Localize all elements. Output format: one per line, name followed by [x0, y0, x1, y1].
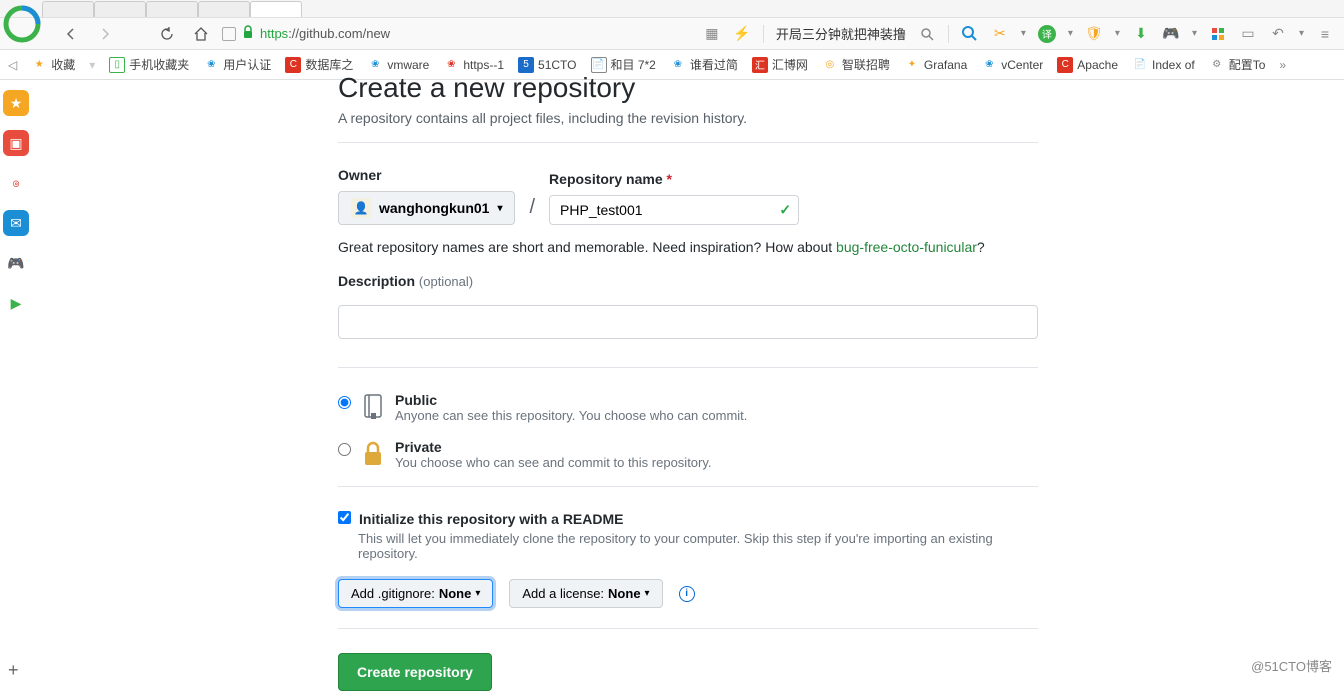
url-path: ://github.com/new [288, 26, 390, 41]
bookmark-item[interactable]: C数据库之 [285, 56, 353, 73]
repo-name-input[interactable] [549, 195, 799, 225]
check-icon: ✓ [779, 202, 791, 219]
owner-label: Owner [338, 167, 515, 183]
watermark-text: @51CTO博客 [1251, 656, 1332, 675]
bookmark-item[interactable]: 汇汇博网 [752, 56, 808, 73]
favorites-button[interactable]: ★收藏 [31, 56, 75, 73]
rail-video-icon[interactable]: ▶ [3, 290, 29, 316]
repo-name-label: Repository name * [549, 171, 799, 187]
lock-icon [361, 439, 385, 469]
bookmark-item[interactable]: ❀用户认证 [203, 56, 271, 73]
shield-icon[interactable]: 🛡 [1085, 25, 1103, 43]
lightning-icon[interactable]: ⚡ [733, 25, 751, 43]
divider [338, 628, 1038, 629]
chevron-down-icon: ▾ [497, 203, 502, 214]
public-subtitle: Anyone can see this repository. You choo… [395, 408, 747, 423]
owner-select-button[interactable]: 👤 wanghongkun01 ▾ [338, 191, 515, 225]
bookmark-item[interactable]: 551CTO [518, 57, 576, 73]
rail-mail-icon[interactable]: ✉ [3, 210, 29, 236]
private-radio[interactable] [338, 443, 351, 456]
description-label: Description (optional) [338, 273, 1038, 289]
page-subtitle: A repository contains all project files,… [338, 110, 1038, 126]
bookmark-item[interactable]: 📄Index of [1132, 57, 1195, 73]
responsive-icon[interactable]: ▭ [1239, 25, 1257, 43]
browser-tab-active[interactable] [250, 1, 302, 17]
create-repository-button[interactable]: Create repository [338, 653, 492, 691]
repo-icon [361, 392, 385, 422]
browser-tab[interactable] [42, 1, 94, 17]
page-title: Create a new repository [338, 72, 1038, 104]
reload-button[interactable] [154, 21, 180, 47]
bookmarks-scroll-left[interactable]: ◁ [8, 58, 17, 72]
divider [338, 367, 1038, 368]
undo-icon[interactable]: ↶ [1269, 25, 1287, 43]
browser-tab-strip [0, 0, 1344, 18]
bookmark-item[interactable]: ❀vCenter [981, 57, 1043, 73]
readme-subtitle: This will let you immediately clone the … [358, 531, 1038, 561]
browser-logo-icon [0, 0, 46, 48]
info-icon[interactable]: i [679, 586, 695, 602]
divider [338, 142, 1038, 143]
public-radio[interactable] [338, 396, 351, 409]
private-subtitle: You choose who can see and commit to thi… [395, 455, 712, 470]
public-title: Public [395, 392, 747, 408]
browser-tab[interactable] [94, 1, 146, 17]
phone-favorites[interactable]: ▯手机收藏夹 [109, 56, 189, 73]
add-tab-button[interactable]: + [8, 660, 19, 681]
rail-weibo-icon[interactable]: ၜ [3, 170, 29, 196]
rail-calendar-icon[interactable]: ▣ [3, 130, 29, 156]
arrow-down-icon[interactable]: ⬇ [1132, 25, 1150, 43]
promo-text: 开局三分钟就把神装撸 [776, 24, 906, 43]
divider [338, 486, 1038, 487]
description-input[interactable] [338, 305, 1038, 339]
url-box[interactable]: https://github.com/new [222, 25, 682, 42]
browser-tab[interactable] [198, 1, 250, 17]
forward-button[interactable] [92, 21, 118, 47]
bookmark-item[interactable]: ❀vmware [367, 57, 429, 73]
rail-star-icon[interactable]: ★ [3, 90, 29, 116]
bookmark-item[interactable]: 📄和目 7*2 [591, 56, 656, 73]
lock-icon [242, 25, 254, 42]
chevron-down-icon: ▾ [645, 588, 650, 599]
bookmark-item[interactable]: ❀https--1 [443, 57, 504, 73]
name-hint: Great repository names are short and mem… [338, 239, 1038, 255]
main-content: Create a new repository A repository con… [338, 72, 1038, 691]
qr-icon[interactable]: ▦ [703, 25, 721, 43]
bookmark-item[interactable]: ❀谁看过简 [670, 56, 738, 73]
gamepad-icon[interactable]: 🎮 [1162, 25, 1180, 43]
suggested-name-link[interactable]: bug-free-octo-funicular [836, 239, 977, 255]
translate-icon[interactable]: 译 [1038, 25, 1056, 43]
bookmark-item[interactable]: ◎智联招聘 [822, 56, 890, 73]
address-bar: https://github.com/new ▦ ⚡ 开局三分钟就把神装撸 ✂ … [0, 18, 1344, 50]
left-sidebar-rail: ★ ▣ ၜ ✉ 🎮 ▶ [0, 90, 32, 316]
menu-icon[interactable]: ≡ [1316, 25, 1334, 43]
grid-icon[interactable] [1209, 25, 1227, 43]
owner-avatar-icon: 👤 [351, 198, 371, 218]
private-title: Private [395, 439, 712, 455]
bookmark-item[interactable]: CApache [1057, 57, 1118, 73]
magnifier-icon[interactable] [961, 25, 979, 43]
license-select-button[interactable]: Add a license: None ▾ [509, 579, 662, 608]
bookmarks-overflow[interactable]: » [1279, 58, 1286, 72]
gitignore-select-button[interactable]: Add .gitignore: None ▾ [338, 579, 493, 608]
url-protocol: https [260, 26, 288, 41]
scissors-icon[interactable]: ✂ [991, 25, 1009, 43]
readme-checkbox[interactable] [338, 511, 351, 524]
owner-name: wanghongkun01 [379, 200, 489, 216]
slash-separator: / [529, 196, 535, 219]
search-icon[interactable] [918, 25, 936, 43]
chevron-down-icon: ▾ [475, 588, 480, 599]
bookmark-item[interactable]: ⚙配置To [1209, 56, 1266, 73]
browser-tab[interactable] [146, 1, 198, 17]
bookmark-item[interactable]: ✦Grafana [904, 57, 967, 73]
readme-title: Initialize this repository with a README [359, 511, 623, 527]
home-button[interactable] [188, 21, 214, 47]
rail-game-icon[interactable]: 🎮 [3, 250, 29, 276]
back-button[interactable] [58, 21, 84, 47]
